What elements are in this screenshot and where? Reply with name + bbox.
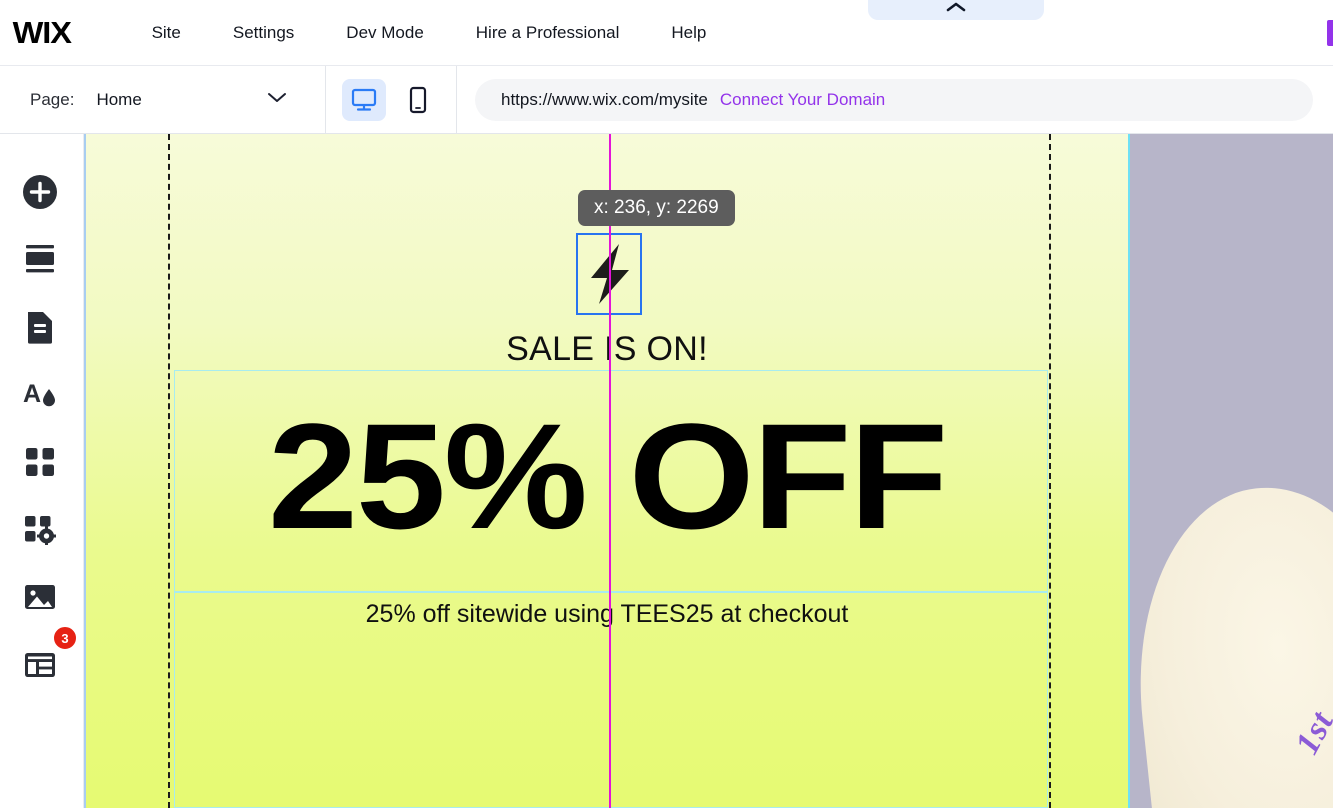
wix-editor-window: WIX Site Settings Dev Mode Hire a Profes… <box>0 0 1333 808</box>
svg-text:A: A <box>23 380 41 408</box>
mobile-phone-icon <box>409 86 427 113</box>
main-menu: Site Settings Dev Mode Hire a Profession… <box>126 23 733 43</box>
chevron-up-icon <box>946 0 966 18</box>
connect-domain-link[interactable]: Connect Your Domain <box>720 90 885 110</box>
menu-item-help[interactable]: Help <box>645 23 732 43</box>
vertical-position-guide <box>609 134 611 808</box>
apps-grid-icon <box>26 448 54 476</box>
top-menu-bar: WIX Site Settings Dev Mode Hire a Profes… <box>0 0 1333 66</box>
sections-icon <box>26 245 54 273</box>
collapse-toolbar-button[interactable] <box>868 0 1044 20</box>
sidebar-item-apps[interactable] <box>18 440 62 484</box>
editor-canvas[interactable]: 1st SALE IS ON! 25% OFF 25% off sitewide… <box>84 134 1333 808</box>
page-document-icon <box>28 312 52 344</box>
menu-item-hire-a-professional[interactable]: Hire a Professional <box>450 23 646 43</box>
site-url-bar[interactable]: https://www.wix.com/mysite Connect Your … <box>475 78 1313 121</box>
sidebar-item-add-section[interactable] <box>18 237 62 281</box>
viewmode-switcher <box>326 65 457 134</box>
menu-item-site[interactable]: Site <box>126 23 207 43</box>
sidebar-item-cms[interactable] <box>18 643 62 687</box>
site-stage[interactable]: SALE IS ON! 25% OFF 25% off sitewide usi… <box>84 134 1130 808</box>
selection-outline-headline[interactable] <box>174 370 1048 592</box>
viewmode-desktop-button[interactable] <box>342 78 386 121</box>
sidebar-item-pages-menu[interactable] <box>18 305 62 349</box>
app-settings-icon <box>25 516 56 545</box>
selection-outline-subcopy[interactable] <box>174 592 1048 808</box>
chevron-down-icon <box>265 90 289 109</box>
page-selector-label: Page: <box>30 89 75 109</box>
image-icon <box>25 585 55 609</box>
headline-sale-text[interactable]: SALE IS ON! <box>86 330 1128 369</box>
sidebar-item-site-design[interactable]: A <box>18 372 62 416</box>
menu-item-settings[interactable]: Settings <box>207 23 320 43</box>
desktop-monitor-icon <box>351 88 377 111</box>
page-selector-value: Home <box>96 89 142 109</box>
viewmode-mobile-button[interactable] <box>396 79 440 121</box>
app-market-notification-badge: 3 <box>53 626 77 650</box>
site-url-text: https://www.wix.com/mysite <box>501 89 708 109</box>
upgrade-indicator-bar[interactable] <box>1327 20 1333 46</box>
cursor-coordinates-tooltip: x: 236, y: 2269 <box>578 190 735 226</box>
theme-droplet-icon: A <box>23 380 55 408</box>
wix-logo[interactable]: WIX <box>13 15 72 51</box>
sidebar-item-add-elements[interactable] <box>18 170 62 214</box>
left-sidebar: A 3 <box>0 134 84 808</box>
plus-circle-icon <box>23 175 57 209</box>
sidebar-item-app-market[interactable] <box>18 508 62 552</box>
sidebar-item-media[interactable] <box>18 575 62 619</box>
page-toolbar: Page: Home https://www.wix.com/mysite Co… <box>0 65 1333 134</box>
menu-item-dev-mode[interactable]: Dev Mode <box>320 23 449 43</box>
page-selector[interactable]: Page: Home <box>0 65 326 134</box>
cms-table-icon <box>25 653 55 677</box>
